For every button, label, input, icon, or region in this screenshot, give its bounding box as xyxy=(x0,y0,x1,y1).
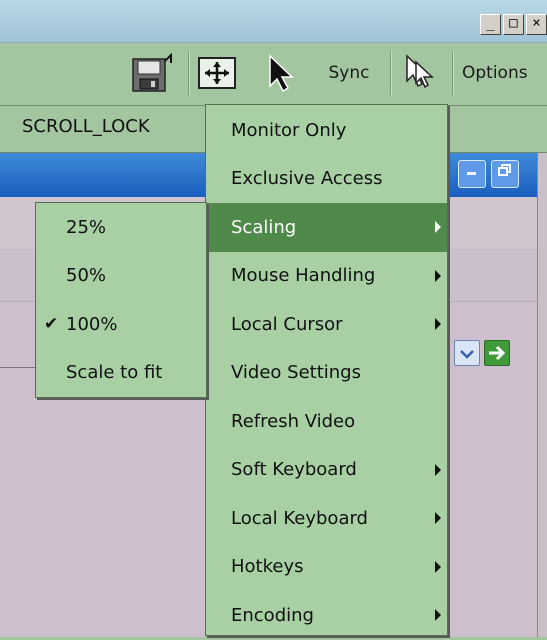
scroll-lock-indicator: SCROLL_LOCK xyxy=(22,116,150,137)
menu-item-hotkeys[interactable]: Hotkeys xyxy=(206,543,447,592)
scaling-option-100[interactable]: ✔ 100% xyxy=(36,300,206,349)
submenu-arrow-icon xyxy=(435,560,441,573)
menu-item-scaling[interactable]: Scaling xyxy=(206,203,447,252)
fit-window-button[interactable] xyxy=(194,53,240,93)
dropdown-button[interactable] xyxy=(454,340,480,366)
submenu-arrow-icon xyxy=(435,609,441,622)
black-cursor-icon xyxy=(269,54,294,93)
menu-item-soft-keyboard[interactable]: Soft Keyboard xyxy=(206,446,447,495)
scaling-option-25[interactable]: 25% xyxy=(36,203,206,252)
submenu-arrow-icon xyxy=(435,512,441,525)
options-menu[interactable]: Options xyxy=(462,53,547,93)
maximize-button[interactable]: □ xyxy=(503,14,524,35)
save-button[interactable] xyxy=(128,53,178,93)
restore-icon xyxy=(498,164,511,176)
menu-item-local-keyboard[interactable]: Local Keyboard xyxy=(206,494,447,543)
cursor-button[interactable] xyxy=(260,53,300,93)
go-button[interactable] xyxy=(484,340,510,366)
menu-item-exclusive-access[interactable]: Exclusive Access xyxy=(206,155,447,204)
submenu-arrow-icon xyxy=(435,318,441,331)
menu-item-video-settings[interactable]: Video Settings xyxy=(206,349,447,398)
checkmark-icon: ✔ xyxy=(44,314,59,335)
context-menu: Monitor Only Exclusive Access Scaling Mo… xyxy=(205,104,448,636)
scaling-option-fit[interactable]: Scale to fit xyxy=(36,349,206,398)
inner-scrollbar[interactable] xyxy=(537,153,547,637)
move-arrows-icon xyxy=(198,57,236,89)
submenu-arrow-icon xyxy=(435,269,441,282)
menu-item-mouse-handling[interactable]: Mouse Handling xyxy=(206,252,447,301)
menu-item-refresh-video[interactable]: Refresh Video xyxy=(206,397,447,446)
sync-label: Sync xyxy=(328,63,370,83)
arrow-right-icon xyxy=(489,345,506,361)
sync-button[interactable]: Sync xyxy=(318,53,380,93)
chevron-down-icon xyxy=(460,350,474,359)
inner-minimize-button[interactable] xyxy=(458,160,486,188)
close-button[interactable]: × xyxy=(526,14,547,35)
submenu-arrow-icon xyxy=(435,463,441,476)
dual-cursor-button[interactable] xyxy=(398,53,442,93)
menu-item-local-cursor[interactable]: Local Cursor xyxy=(206,300,447,349)
white-cursor-icon xyxy=(406,54,434,89)
submenu-arrow-icon xyxy=(435,221,441,234)
scaling-submenu: 25% 50% ✔ 100% Scale to fit xyxy=(35,202,207,398)
menu-item-monitor-only[interactable]: Monitor Only xyxy=(206,106,447,155)
scaling-option-50[interactable]: 50% xyxy=(36,252,206,301)
save-icon xyxy=(132,53,172,92)
minimize-button[interactable]: _ xyxy=(480,14,501,35)
title-bar: _ □ × xyxy=(0,0,547,43)
toolbar: Sync Options xyxy=(0,43,547,106)
inner-restore-button[interactable] xyxy=(491,160,519,188)
minimize-icon xyxy=(467,172,476,175)
menu-item-encoding[interactable]: Encoding xyxy=(206,591,447,640)
options-label: Options xyxy=(462,63,528,83)
